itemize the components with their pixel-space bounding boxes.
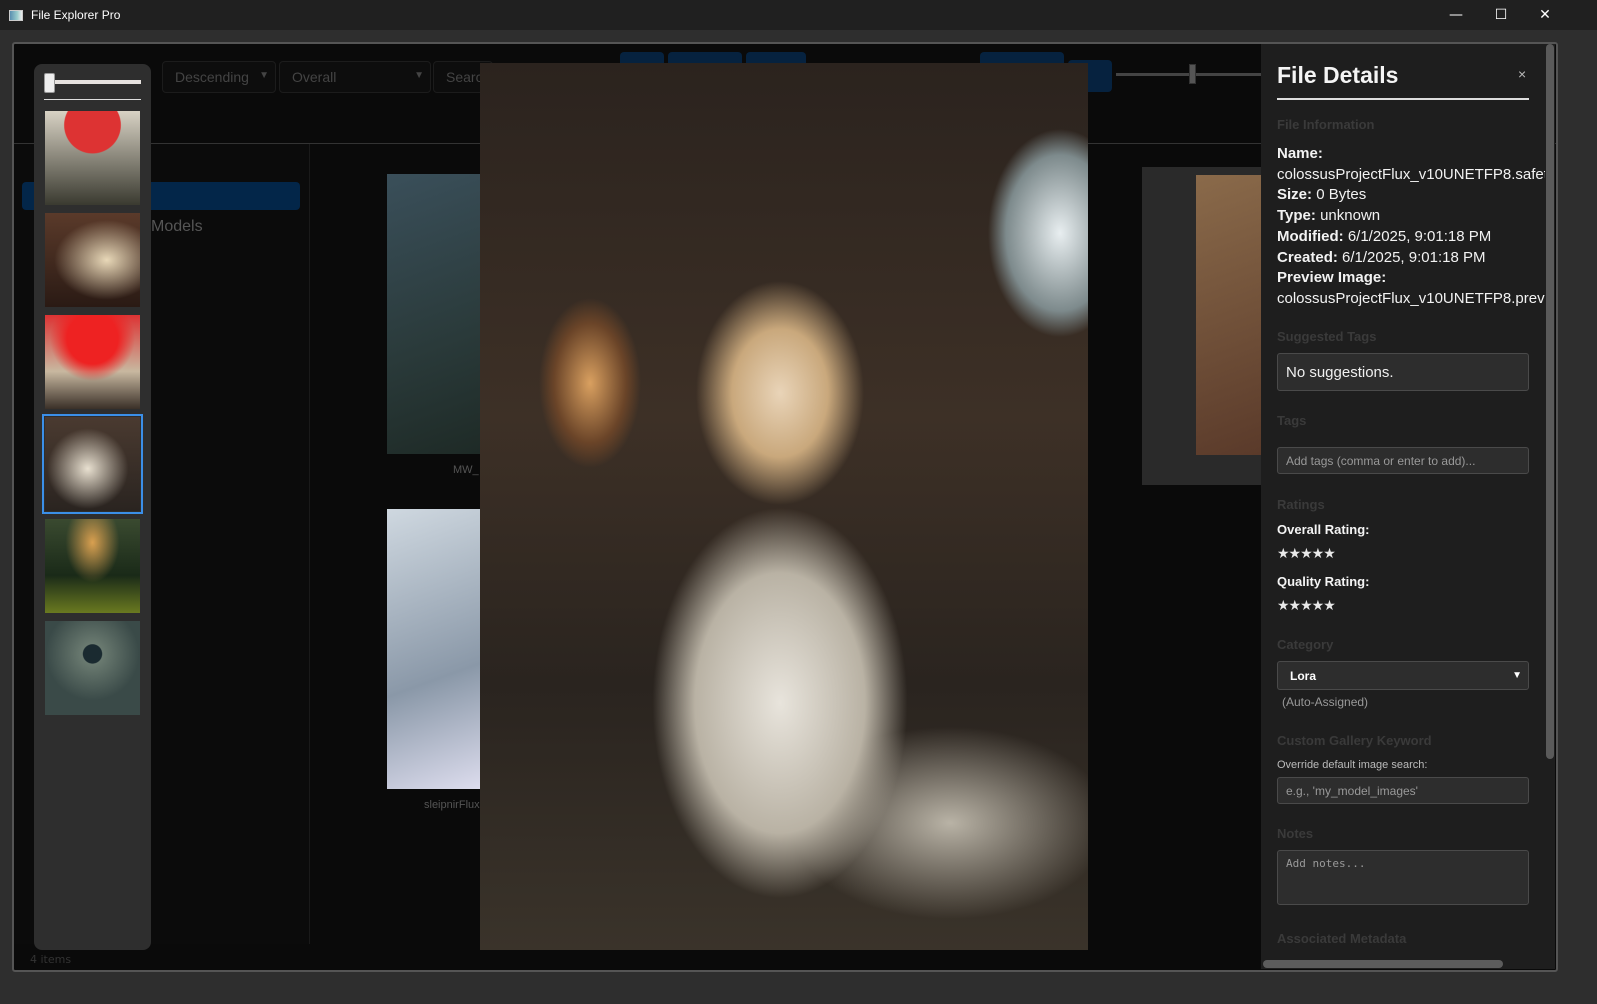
category-select[interactable]: Lora ▼ [1277,661,1529,690]
overall-rating-label: Overall Rating: [1277,522,1370,537]
quality-rating-label: Quality Rating: [1277,574,1370,589]
chevron-down-icon: ▼ [259,70,269,81]
created-value: 6/1/2025, 9:01:18 PM [1342,248,1486,266]
status-item-count: 4 items [30,953,72,966]
file-information-heading: File Information [1277,117,1375,132]
maximize-button[interactable]: ☐ [1478,0,1524,30]
grid-card[interactable] [387,174,482,454]
thumbnail-selected[interactable] [42,414,143,514]
type-value: unknown [1320,207,1381,225]
divider [44,99,141,100]
close-icon[interactable]: × [1518,66,1526,82]
ratings-heading: Ratings [1277,497,1325,512]
thumbnail[interactable] [45,519,140,613]
modified-label: Modified: [1277,227,1344,245]
thumbnail[interactable] [45,213,140,307]
close-window-button[interactable]: ✕ [1522,0,1568,30]
associated-metadata-heading: Associated Metadata [1277,931,1407,946]
zoom-slider-thumb[interactable] [1189,64,1196,84]
quality-rating-stars[interactable]: ★★★★★ [1277,597,1336,614]
grid-card[interactable] [1142,167,1262,485]
chevron-down-icon: ▼ [414,70,424,81]
suggested-tags-box: No suggestions. [1277,353,1529,391]
tags-heading: Tags [1277,413,1307,428]
details-horizontal-scrollbar[interactable] [1261,958,1545,969]
rating-filter-select[interactable]: Overall ▼ [279,61,431,93]
tags-input[interactable]: Add tags (comma or enter to add)... [1277,447,1529,474]
app-icon [9,9,23,21]
grid-card-image [1196,175,1262,455]
grid-card[interactable] [387,509,482,789]
thumbnail[interactable] [45,315,140,409]
custom-keyword-hint: Override default image search: [1277,759,1428,771]
size-value: 0 Bytes [1316,186,1367,204]
chevron-down-icon: ▼ [1512,670,1522,681]
custom-keyword-input[interactable]: e.g., 'my_model_images' [1277,777,1529,804]
size-label: Size: [1277,186,1313,204]
sort-order-select[interactable]: Descending ▼ [162,61,276,93]
thumbnail-strip [34,64,151,950]
suggested-tags-heading: Suggested Tags [1277,329,1377,344]
scrollbar-thumb[interactable] [1546,44,1554,759]
thumbnail-slider[interactable] [44,80,141,84]
grid-card-label: sleipnirFlux [424,799,480,811]
notes-textarea[interactable]: Add notes... [1277,850,1529,905]
custom-keyword-heading: Custom Gallery Keyword [1277,733,1432,748]
grid-card-label: MW_ [453,464,479,476]
name-value: colossusProjectFlux_v10UNETFP8.safetenso… [1277,165,1546,183]
category-heading: Category [1277,637,1334,652]
details-vertical-scrollbar[interactable] [1545,44,1555,969]
thumbnail[interactable] [45,111,140,205]
file-details-panel: File Details × File Information Name: co… [1261,44,1546,969]
sidebar-item-models[interactable]: Models [151,218,203,236]
name-label: Name: [1277,145,1323,162]
overall-rating-stars[interactable]: ★★★★★ [1277,545,1336,562]
file-info: Name: colossusProjectFlux_v10UNETFP8.saf… [1277,144,1546,310]
created-label: Created: [1277,248,1338,266]
thumbnail-slider-thumb[interactable] [44,73,55,93]
category-note: (Auto-Assigned) [1282,695,1369,709]
type-label: Type: [1277,207,1316,225]
category-value: Lora [1290,668,1317,683]
notes-heading: Notes [1277,826,1314,841]
image-preview[interactable] [480,63,1088,950]
divider [1277,98,1529,100]
title-bar: File Explorer Pro — ☐ ✕ [0,0,1597,30]
details-title: File Details [1277,62,1399,88]
preview-label: Preview Image: [1277,269,1387,287]
sort-order-value: Descending [175,69,249,85]
scrollbar-thumb[interactable] [1263,960,1503,968]
modified-value: 6/1/2025, 9:01:18 PM [1347,227,1492,245]
rating-filter-value: Overall [292,69,337,85]
thumbnail[interactable] [45,621,140,715]
preview-value: colossusProjectFlux_v10UNETFP8.preview.p… [1277,289,1546,307]
window-title: File Explorer Pro [31,8,121,22]
minimize-button[interactable]: — [1433,0,1479,30]
